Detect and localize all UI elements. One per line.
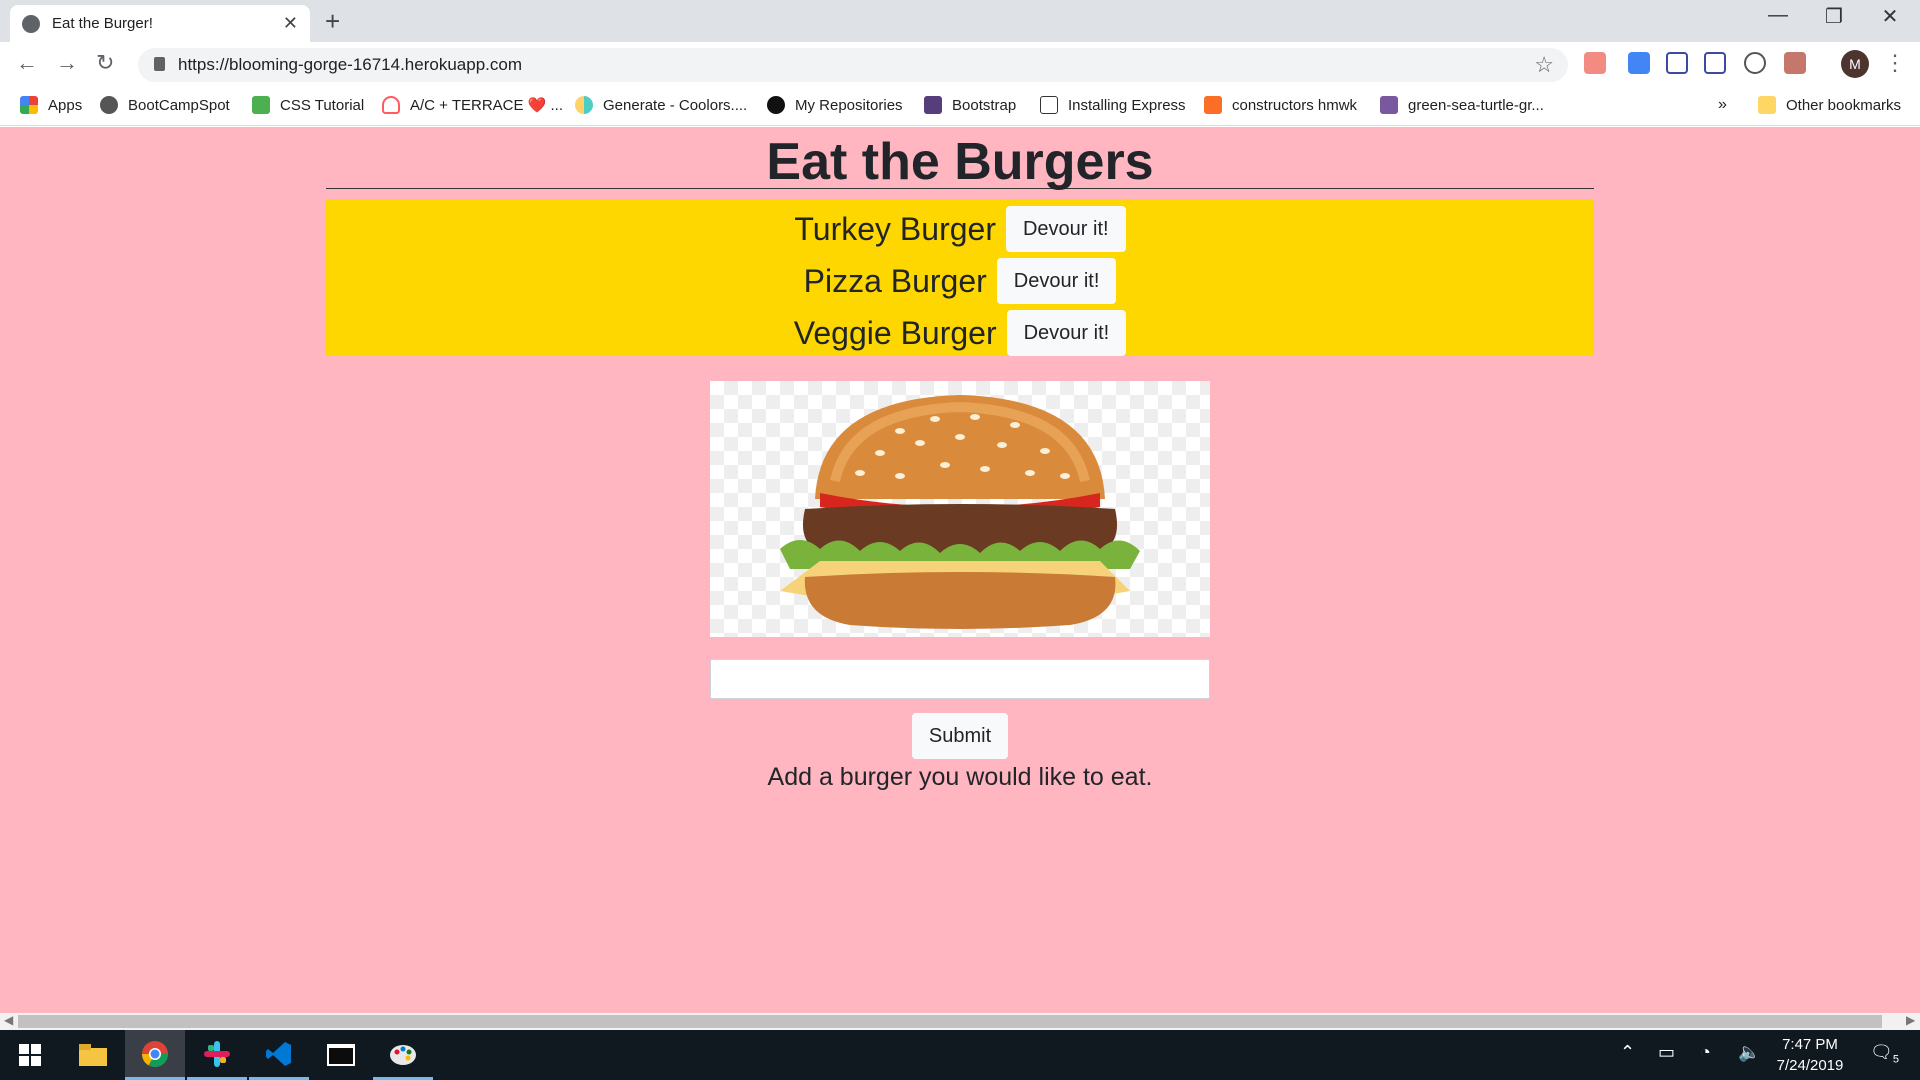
burger-name: Turkey Burger (794, 210, 996, 247)
coolors-icon (575, 96, 593, 114)
battery-icon[interactable]: ▭ (1658, 1042, 1675, 1063)
horizontal-scrollbar[interactable]: ◀ ▶ (0, 1013, 1920, 1030)
extension-icon[interactable] (1744, 52, 1766, 74)
w3-icon (252, 96, 270, 114)
bookmark-item[interactable]: My Repositories (767, 96, 903, 114)
heroku-icon (1380, 96, 1398, 114)
volume-icon[interactable]: 🔈 (1738, 1042, 1760, 1063)
scroll-right-icon[interactable]: ▶ (1906, 1013, 1915, 1027)
paint-icon[interactable] (373, 1030, 433, 1080)
restore-button[interactable]: ❐ (1806, 4, 1862, 29)
page-content: Eat the Burgers Turkey Burger Devour it!… (0, 127, 1920, 1013)
menu-icon[interactable]: ⋮ (1884, 50, 1906, 76)
bookmarks-overflow-button[interactable]: » (1718, 96, 1727, 114)
clock-time: 7:47 PM (1782, 1036, 1838, 1053)
lock-icon (154, 57, 165, 71)
list-item: Turkey Burger Devour it! (326, 203, 1594, 255)
github-icon (767, 96, 785, 114)
scroll-left-icon[interactable]: ◀ (4, 1013, 13, 1027)
browser-toolbar: ← → ↻ https://blooming-gorge-16714.herok… (0, 42, 1920, 88)
bootstrap-icon (924, 96, 942, 114)
terminal-icon[interactable] (311, 1030, 371, 1080)
list-item: Pizza Burger Devour it! (326, 255, 1594, 307)
bookmark-item[interactable]: constructors hmwk (1204, 96, 1357, 114)
gitlab-icon (1204, 96, 1222, 114)
taskbar: ⌃ ▭ ◔ 🔈 7:47 PM 7/24/2019 🗨5 (0, 1030, 1920, 1080)
express-icon (1040, 96, 1058, 114)
action-center-icon[interactable]: 🗨5 (1870, 1042, 1899, 1066)
burger-list: Turkey Burger Devour it! Pizza Burger De… (326, 199, 1594, 356)
burger-name: Pizza Burger (803, 262, 987, 299)
bookmark-apps[interactable]: Apps (20, 96, 82, 114)
bookmark-item[interactable]: Installing Express (1040, 96, 1186, 114)
list-item: Veggie Burger Devour it! (326, 307, 1594, 359)
airbnb-icon (382, 96, 400, 114)
folder-icon (1758, 96, 1776, 114)
bookmark-item[interactable]: green-sea-turtle-gr... (1380, 96, 1544, 114)
bookmarks-bar: Apps BootCampSpot CSS Tutorial A/C + TER… (0, 88, 1920, 126)
other-bookmarks[interactable]: Other bookmarks (1758, 96, 1901, 114)
wifi-icon[interactable]: ◔ (1700, 1042, 1711, 1063)
file-explorer-icon[interactable] (63, 1030, 123, 1080)
extension-icon[interactable] (1584, 52, 1606, 74)
browser-tab[interactable]: Eat the Burger! ✕ (10, 5, 310, 42)
apps-grid-icon (20, 96, 38, 114)
bookmark-item[interactable]: A/C + TERRACE ❤️ ... (382, 96, 563, 114)
scrollbar-thumb[interactable] (18, 1015, 1882, 1028)
minimize-button[interactable]: — (1750, 4, 1806, 27)
devour-button[interactable]: Devour it! (996, 258, 1117, 304)
extension-icon[interactable] (1704, 52, 1726, 74)
new-tab-button[interactable]: + (325, 6, 340, 37)
main-container: Eat the Burgers Turkey Burger Devour it!… (326, 127, 1594, 356)
globe-icon (100, 96, 118, 114)
close-tab-icon[interactable]: ✕ (283, 13, 298, 34)
burger-image (710, 381, 1210, 637)
clock-date: 7/24/2019 (1776, 1057, 1844, 1074)
tab-strip: Eat the Burger! ✕ + — ❐ ✕ (0, 0, 1920, 42)
vscode-icon[interactable] (249, 1030, 309, 1080)
submit-button[interactable]: Submit (912, 713, 1008, 759)
devour-button[interactable]: Devour it! (1006, 310, 1127, 356)
profile-avatar[interactable]: M (1841, 50, 1869, 78)
bookmark-star-icon[interactable]: ☆ (1534, 52, 1554, 78)
bookmark-item[interactable]: Bootstrap (924, 96, 1016, 114)
extension-icon[interactable] (1666, 52, 1688, 74)
url-text: https://blooming-gorge-16714.herokuapp.c… (178, 55, 522, 74)
show-hidden-icons-icon[interactable]: ⌃ (1620, 1042, 1635, 1063)
close-window-button[interactable]: ✕ (1862, 4, 1918, 29)
burger-name-input[interactable] (710, 659, 1210, 699)
system-clock[interactable]: 7:47 PM 7/24/2019 (1760, 1034, 1860, 1076)
bookmark-item[interactable]: CSS Tutorial (252, 96, 364, 114)
chrome-icon[interactable] (125, 1030, 185, 1080)
back-icon[interactable]: ← (16, 50, 38, 76)
page-title: Eat the Burgers (326, 127, 1594, 191)
extension-icon[interactable] (1628, 52, 1650, 74)
devour-button[interactable]: Devour it! (1005, 206, 1126, 252)
forward-icon[interactable]: → (56, 50, 78, 76)
pdf-extension-icon[interactable] (1784, 52, 1806, 74)
address-bar[interactable]: https://blooming-gorge-16714.herokuapp.c… (138, 48, 1568, 82)
burger-name: Veggie Burger (793, 314, 997, 351)
reload-icon[interactable]: ↻ (96, 50, 114, 76)
windows-start-icon[interactable] (0, 1030, 60, 1080)
bookmark-item[interactable]: Generate - Coolors.... (575, 96, 747, 114)
slack-icon[interactable] (187, 1030, 247, 1080)
add-burger-hint: Add a burger you would like to eat. (767, 763, 1153, 791)
bookmark-item[interactable]: BootCampSpot (100, 96, 230, 114)
globe-icon (22, 14, 40, 33)
tab-title: Eat the Burger! (52, 15, 153, 32)
